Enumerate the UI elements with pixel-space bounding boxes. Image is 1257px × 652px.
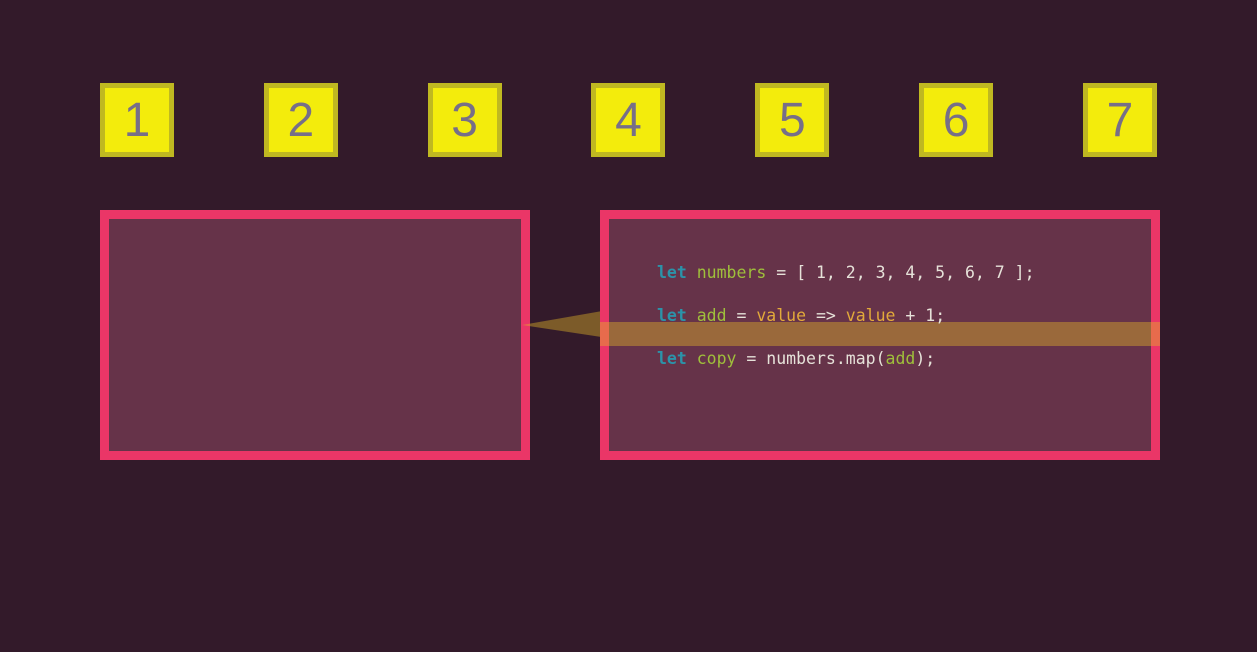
code-line-3: let copy = numbers.map(add); xyxy=(657,347,1103,370)
var-add: add xyxy=(697,306,727,325)
code-text: = [ 1, 2, 3, 4, 5, 6, 7 ]; xyxy=(766,263,1034,282)
number-box-6: 6 xyxy=(919,83,993,157)
code-line-1: let numbers = [ 1, 2, 3, 4, 5, 6, 7 ]; xyxy=(657,261,1103,284)
highlight-beam xyxy=(522,310,608,342)
number-value: 1 xyxy=(124,93,151,148)
number-box-1: 1 xyxy=(100,83,174,157)
number-box-4: 4 xyxy=(591,83,665,157)
output-panel xyxy=(100,210,530,460)
code-panel: let numbers = [ 1, 2, 3, 4, 5, 6, 7 ]; l… xyxy=(600,210,1160,460)
code-text: = xyxy=(727,306,757,325)
var-copy: copy xyxy=(697,349,737,368)
arg-value-1: value xyxy=(756,306,806,325)
number-value: 3 xyxy=(451,93,478,148)
keyword-let: let xyxy=(657,306,687,325)
keyword-let: let xyxy=(657,349,687,368)
code-text: ); xyxy=(915,349,935,368)
number-value: 5 xyxy=(779,93,806,148)
arg-value-2: value xyxy=(846,306,896,325)
number-value: 4 xyxy=(615,93,642,148)
number-box-2: 2 xyxy=(264,83,338,157)
number-box-5: 5 xyxy=(755,83,829,157)
number-value: 7 xyxy=(1107,93,1134,148)
numbers-row: 1 2 3 4 5 6 7 xyxy=(100,83,1157,157)
number-box-7: 7 xyxy=(1083,83,1157,157)
func-add: add xyxy=(886,349,916,368)
number-value: 6 xyxy=(943,93,970,148)
var-numbers: numbers xyxy=(697,263,767,282)
code-text: + 1; xyxy=(895,306,945,325)
number-box-3: 3 xyxy=(428,83,502,157)
code-text: => xyxy=(806,306,846,325)
code-area: let numbers = [ 1, 2, 3, 4, 5, 6, 7 ]; l… xyxy=(609,219,1151,412)
keyword-let: let xyxy=(657,263,687,282)
code-line-2: let add = value => value + 1; xyxy=(657,304,1103,327)
number-value: 2 xyxy=(287,93,314,148)
code-text: = numbers.map( xyxy=(737,349,886,368)
